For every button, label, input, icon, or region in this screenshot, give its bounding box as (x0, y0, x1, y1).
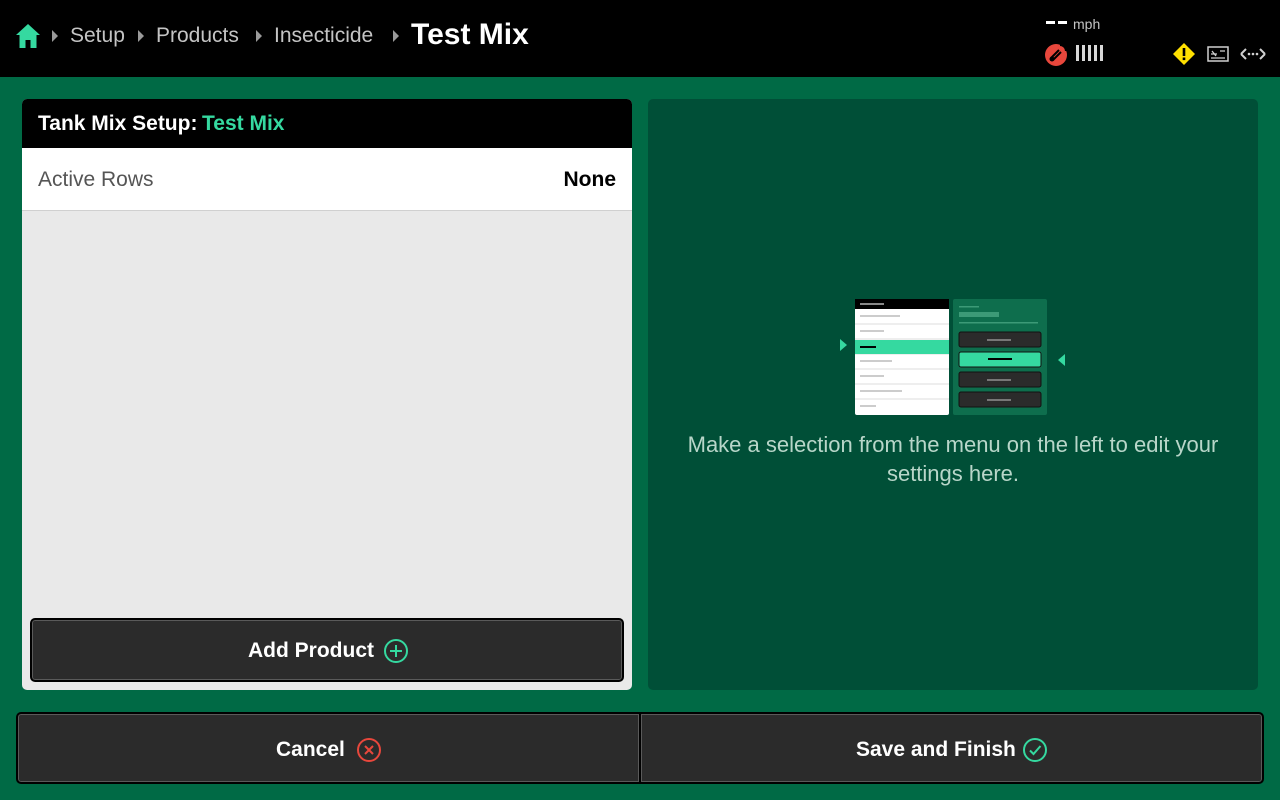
empty-selection-hint: Make a selection from the menu on the le… (687, 432, 1219, 486)
breadcrumb-insecticide[interactable]: Insecticide (274, 22, 373, 50)
speed-value-dashes (1046, 21, 1067, 24)
save-and-finish-button[interactable]: Save and Finish (639, 712, 1264, 784)
menu-selection-illustration (840, 299, 1065, 415)
add-product-label: Add Product (248, 639, 374, 662)
active-rows-label: Active Rows (38, 168, 154, 191)
breadcrumb-setup[interactable]: Setup (70, 22, 125, 50)
home-icon[interactable] (14, 22, 42, 50)
cancel-x-circle-icon (357, 738, 381, 762)
settings-detail-panel: Make a selection from the menu on the le… (648, 99, 1258, 690)
save-and-finish-label: Save and Finish (856, 738, 1016, 761)
panel-title-prefix: Tank Mix Setup: (38, 112, 198, 135)
tank-mix-panel: Tank Mix Setup: Test Mix Active Rows Non… (22, 99, 632, 690)
active-rows-value: None (563, 168, 617, 191)
speed-unit: mph (1073, 16, 1101, 32)
implement-icon[interactable] (1207, 44, 1229, 64)
breadcrumb-arrow-icon (138, 30, 144, 42)
breadcrumb-arrow-icon (256, 30, 262, 42)
check-circle-icon (1023, 738, 1047, 762)
breadcrumb-products[interactable]: Products (156, 22, 239, 50)
plus-circle-icon (384, 639, 408, 663)
warning-icon[interactable] (1172, 42, 1196, 66)
cancel-label: Cancel (276, 738, 345, 761)
panel-title-mix-name: Test Mix (202, 112, 285, 135)
gps-signal-icon (1045, 44, 1067, 66)
signal-strength-icon (1076, 45, 1104, 63)
breadcrumb-arrow-icon (393, 30, 399, 42)
top-bar: Setup Products Insecticide Test Mix mph (0, 0, 1280, 77)
cancel-button[interactable]: Cancel (16, 712, 641, 784)
add-product-button[interactable]: Add Product (30, 618, 624, 682)
width-icon[interactable] (1240, 45, 1266, 63)
page-title: Test Mix (411, 18, 529, 51)
active-rows-item[interactable]: Active Rows None (22, 148, 632, 211)
panel-header: Tank Mix Setup: Test Mix (22, 99, 632, 148)
breadcrumb-arrow-icon (52, 30, 58, 42)
